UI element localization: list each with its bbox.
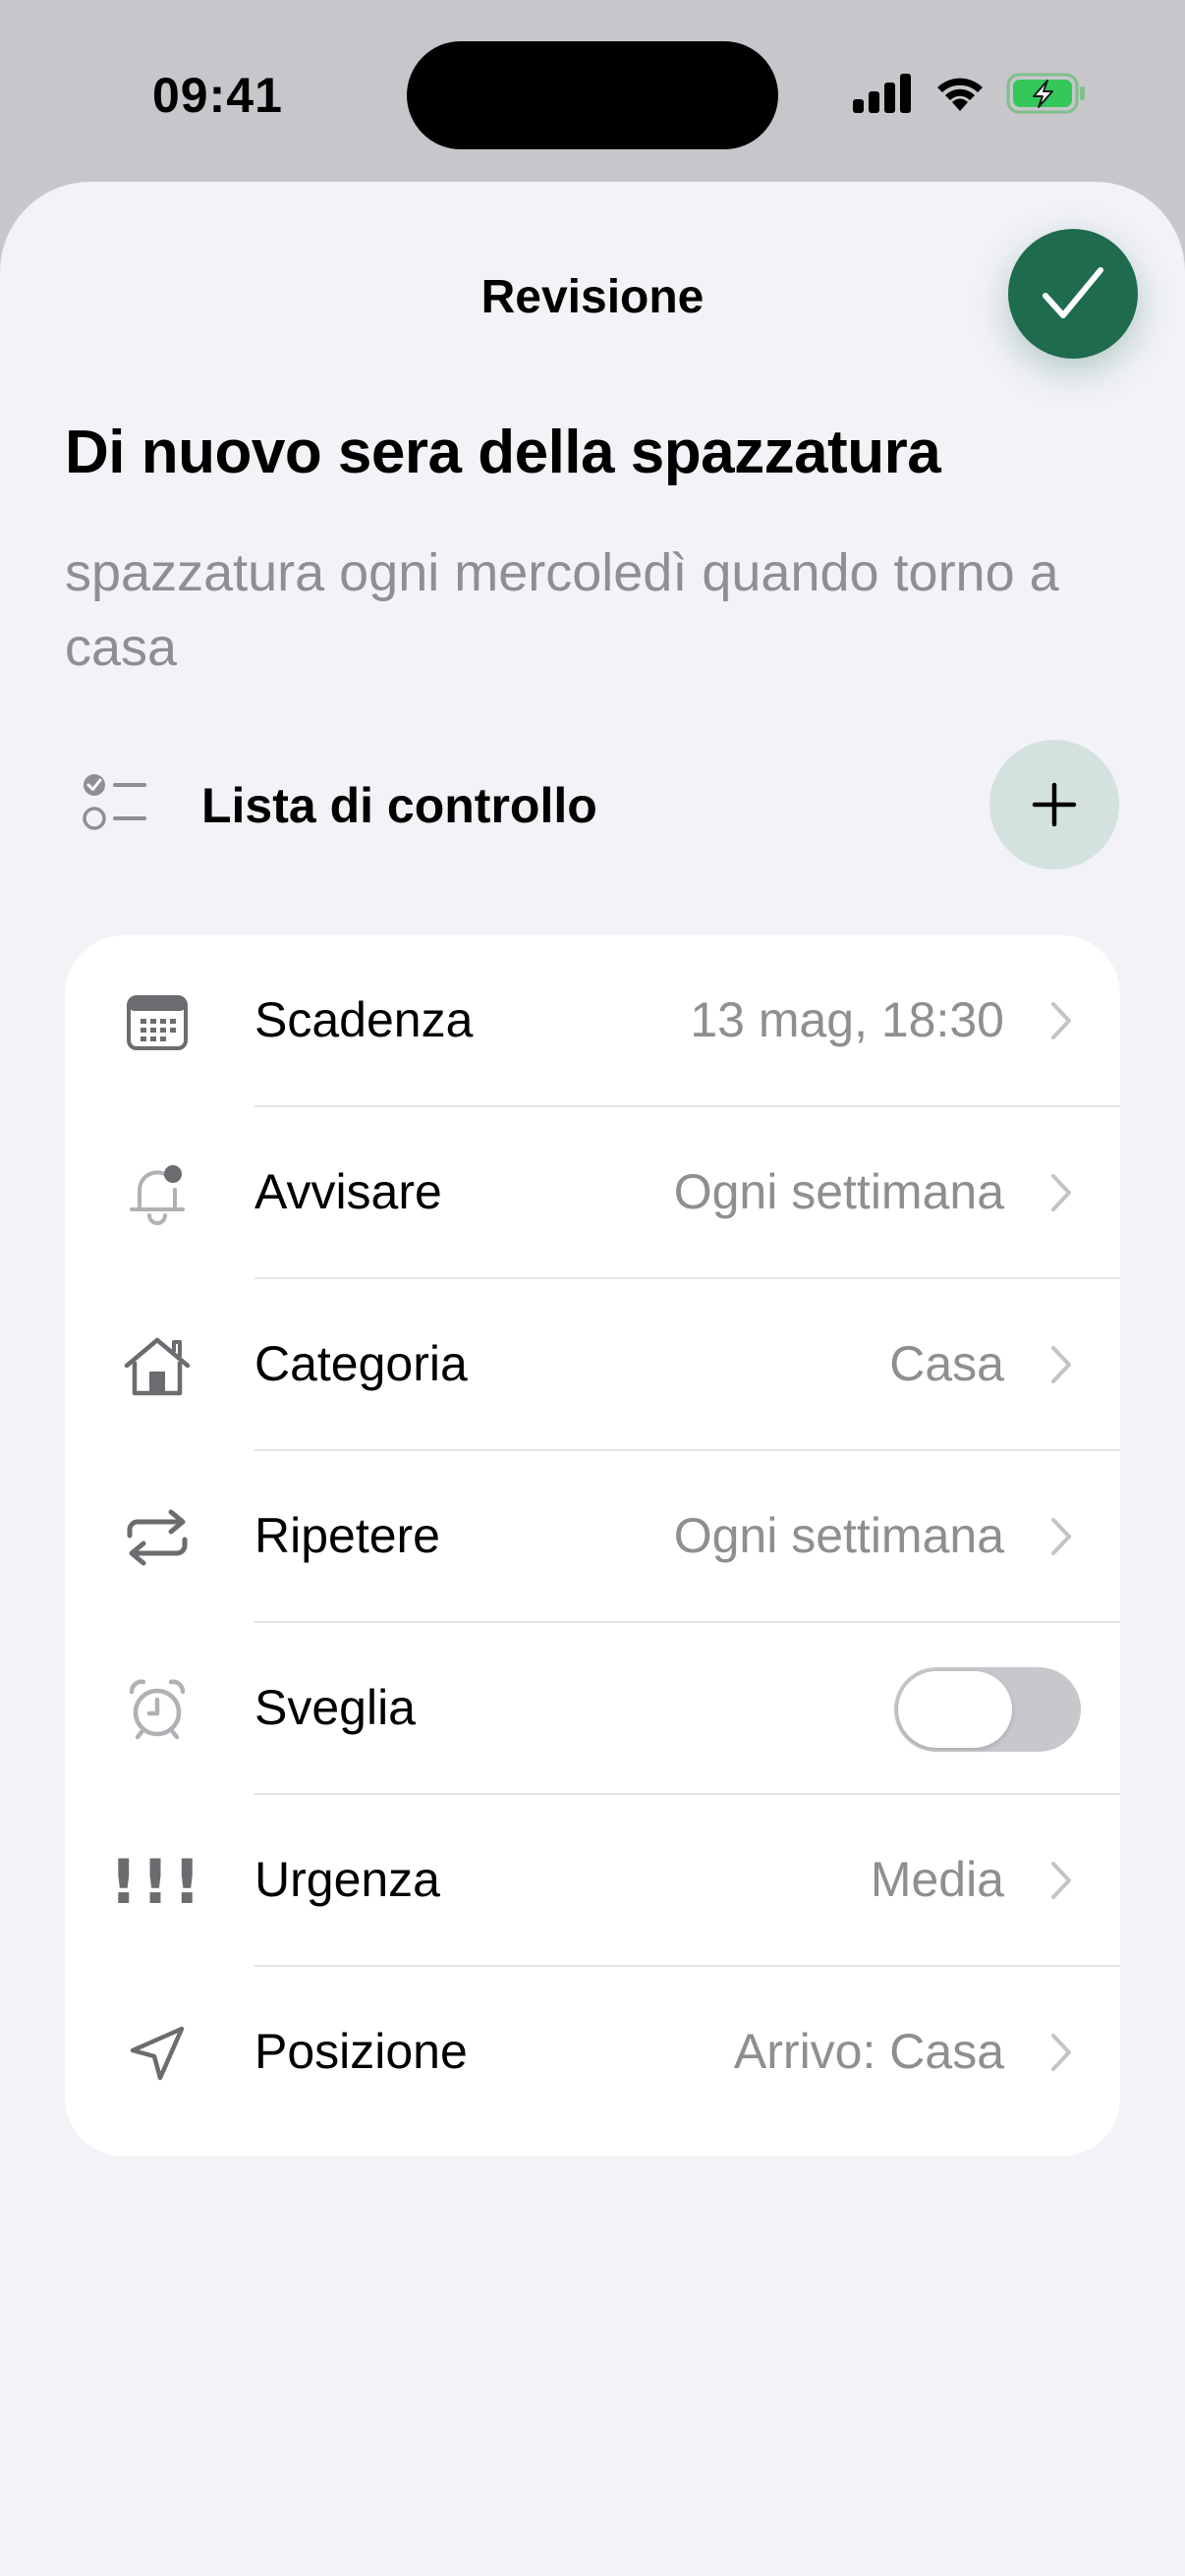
checklist-label: Lista di controllo (201, 778, 597, 833)
row-category[interactable]: Categoria Casa (65, 1279, 1120, 1451)
chevron-right-icon (1051, 1518, 1071, 1555)
row-value: Arrivo: Casa (733, 2024, 1004, 2079)
house-icon (122, 1330, 193, 1401)
checkmark-icon (1043, 267, 1103, 318)
row-due-date[interactable]: Scadenza 13 mag, 18:30 (65, 935, 1120, 1107)
row-value: Ogni settimana (673, 1164, 1004, 1219)
alarm-clock-icon (122, 1674, 193, 1745)
chevron-right-icon (1051, 2034, 1071, 2071)
done-button[interactable] (1008, 229, 1138, 359)
row-label: Avvisare (254, 1164, 442, 1219)
row-label: Categoria (254, 1336, 468, 1391)
row-value: Ogni settimana (673, 1508, 1004, 1563)
row-repeat[interactable]: Ripetere Ogni settimana (65, 1451, 1120, 1623)
row-label: Sveglia (254, 1680, 416, 1735)
row-label: Scadenza (254, 992, 474, 1047)
exclamation-icon: !!! (110, 1846, 201, 1918)
dynamic-island (407, 41, 778, 149)
chevron-right-icon (1051, 1346, 1071, 1383)
row-location[interactable]: Posizione Arrivo: Casa (65, 1967, 1120, 2139)
battery-charging-icon (1006, 73, 1085, 114)
task-title[interactable]: Di nuovo sera della spazzatura (65, 418, 941, 487)
repeat-icon (122, 1502, 193, 1573)
row-reminder[interactable]: Avvisare Ogni settimana (65, 1107, 1120, 1279)
toggle-knob (898, 1671, 1012, 1748)
task-notes[interactable]: spazzatura ogni mercoledì quando torno a… (65, 535, 1126, 685)
status-bar: 09:41 (0, 0, 1185, 187)
urgency-glyph: !!! (109, 1845, 205, 1918)
row-label: Ripetere (254, 1508, 440, 1563)
review-sheet: Revisione Di nuovo sera della spazzatura… (0, 182, 1185, 2576)
row-value: Media (870, 1852, 1004, 1907)
chevron-right-icon (1051, 1862, 1071, 1899)
location-arrow-icon (122, 2018, 193, 2089)
checklist-icon (83, 774, 146, 830)
status-time: 09:41 (152, 68, 283, 123)
plus-icon (1032, 782, 1077, 827)
status-icons (853, 69, 1087, 118)
chevron-right-icon (1051, 1174, 1071, 1211)
row-value: Casa (889, 1336, 1004, 1391)
calendar-icon (122, 986, 193, 1057)
row-label: Urgenza (254, 1852, 440, 1907)
chevron-right-icon (1051, 1002, 1071, 1039)
wifi-icon (937, 78, 983, 111)
cellular-signal-icon (853, 74, 911, 113)
bell-icon (122, 1158, 193, 1229)
alarm-toggle[interactable] (894, 1667, 1081, 1752)
add-checklist-item-button[interactable] (989, 740, 1119, 869)
row-label: Posizione (254, 2024, 468, 2079)
row-alarm: Sveglia (65, 1623, 1120, 1795)
row-value: 13 mag, 18:30 (690, 992, 1004, 1047)
row-urgency[interactable]: !!! Urgenza Media (65, 1795, 1120, 1967)
details-card: Scadenza 13 mag, 18:30 Avvisare Ogni set… (65, 935, 1120, 2156)
